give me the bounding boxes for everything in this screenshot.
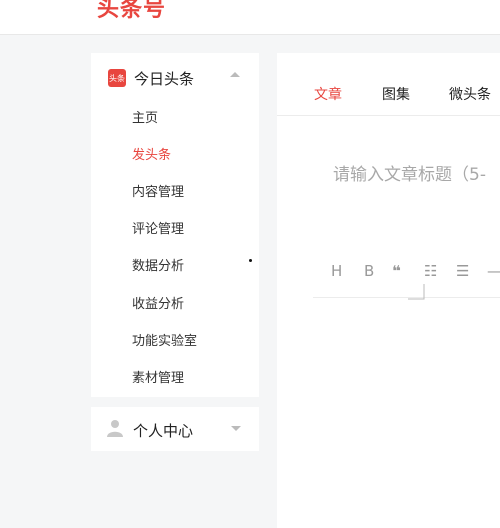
top-bar: 头条号 — [0, 0, 500, 35]
sidebar-section-header[interactable]: 头条 今日头条 — [108, 66, 194, 90]
editor-panel: 文章 图集 微头条 H B ❝ ☷ ☰ — — [277, 53, 500, 528]
sidebar-item-comment-management[interactable]: 评论管理 — [132, 221, 184, 239]
sidebar-item-data-analysis[interactable]: 数据分析 — [132, 258, 184, 276]
sidebar-item-revenue-analysis[interactable]: 收益分析 — [132, 296, 184, 314]
bold-icon[interactable]: B — [364, 261, 374, 281]
quote-icon[interactable]: ❝ — [392, 261, 401, 281]
stray-dot — [249, 259, 252, 262]
sidebar-item-asset-management[interactable]: 素材管理 — [132, 370, 184, 388]
tab-gallery[interactable]: 图集 — [382, 84, 410, 104]
expand-caret-icon[interactable] — [231, 426, 241, 431]
sidebar-item-publish[interactable]: 发头条 — [132, 147, 171, 165]
sidebar-item-home[interactable]: 主页 — [132, 110, 158, 128]
unordered-list-icon[interactable]: ☷ — [424, 261, 437, 281]
sidebar-section-title: 今日头条 — [134, 69, 195, 88]
text-cursor-icon — [408, 284, 425, 300]
user-icon — [107, 420, 123, 437]
sidebar-panel: 头条 今日头条 主页 发头条 内容管理 评论管理 数据分析 收益分析 功能实验室… — [91, 53, 259, 397]
personal-center-panel[interactable]: 个人中心 — [91, 407, 259, 451]
collapse-caret-icon[interactable] — [230, 72, 240, 77]
article-title-input[interactable] — [333, 165, 500, 185]
sidebar-item-feature-lab[interactable]: 功能实验室 — [132, 333, 197, 351]
tab-micro-post[interactable]: 微头条 — [449, 84, 491, 104]
editor-toolbar: H B ❝ ☷ ☰ — — [313, 245, 500, 298]
tab-article[interactable]: 文章 — [314, 84, 342, 104]
heading-icon[interactable]: H — [331, 261, 342, 281]
toutiao-badge-icon: 头条 — [108, 69, 126, 87]
toutiao-logo[interactable]: 头条号 — [97, 0, 166, 23]
ordered-list-icon[interactable]: ☰ — [456, 261, 469, 281]
personal-center-title: 个人中心 — [133, 422, 194, 440]
divider-icon[interactable]: — — [487, 261, 500, 281]
sidebar-item-content-management[interactable]: 内容管理 — [132, 184, 184, 202]
content-type-tabs: 文章 图集 微头条 — [277, 53, 500, 116]
